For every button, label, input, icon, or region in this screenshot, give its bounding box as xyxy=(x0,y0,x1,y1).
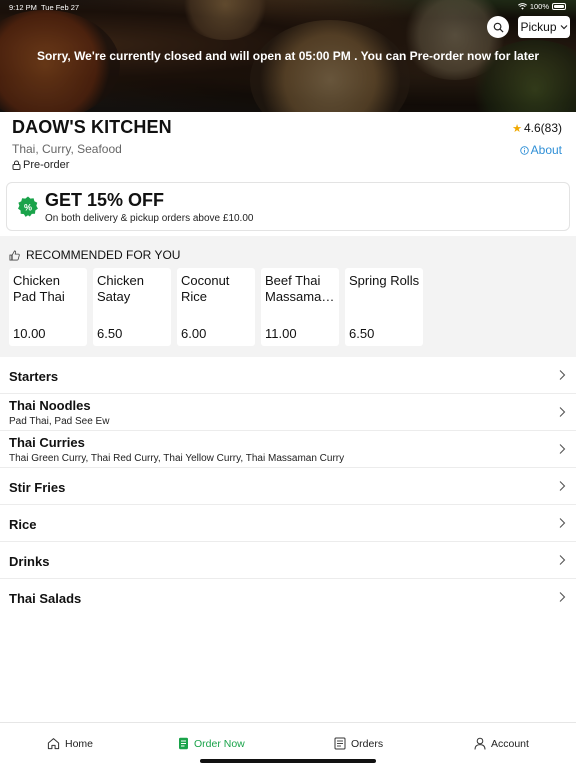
chevron-right-icon xyxy=(559,518,566,528)
category-row[interactable]: Thai Noodles Pad Thai, Pad See Ew xyxy=(0,394,576,431)
info-icon xyxy=(519,145,529,155)
battery-icon xyxy=(552,3,566,10)
closed-message: Sorry, We're currently closed and will o… xyxy=(36,49,540,63)
search-button[interactable] xyxy=(487,16,509,38)
hero-banner: 9:12 PM Tue Feb 27 100% Pickup Sorry, We… xyxy=(0,0,576,112)
rating-value: 4.6(83) xyxy=(523,121,562,135)
category-subtitle: Thai Green Curry, Thai Red Curry, Thai Y… xyxy=(9,453,345,464)
chevron-right-icon xyxy=(559,370,566,380)
category-row[interactable]: Drinks xyxy=(0,542,576,579)
chevron-right-icon xyxy=(559,444,566,454)
recommended-cards: Chicken Pad Thai 10.00 Chicken Satay 6.5… xyxy=(9,268,423,346)
rating: ★ 4.6(83) xyxy=(512,121,562,135)
thumbs-up-icon xyxy=(9,250,20,260)
discount-badge-icon: % xyxy=(18,196,38,217)
category-name: Stir Fries xyxy=(9,480,66,495)
restaurant-cuisines: Thai, Curry, Seafood xyxy=(12,142,122,156)
item-name: Coconut Rice xyxy=(181,273,230,304)
recommended-section: RECOMMENDED FOR YOU Chicken Pad Thai 10.… xyxy=(0,236,576,357)
wifi-icon xyxy=(517,3,527,10)
recommended-heading: RECOMMENDED FOR YOU xyxy=(9,248,180,262)
menu-book-icon xyxy=(179,737,188,750)
item-price: 6.50 xyxy=(349,326,375,341)
item-price: 11.00 xyxy=(265,326,297,341)
preorder-label: Pre-order xyxy=(12,159,69,171)
category-list: Starters Thai Noodles Pad Thai, Pad See … xyxy=(0,357,576,616)
chevron-right-icon xyxy=(559,592,566,602)
preorder-text: Pre-order xyxy=(23,159,70,171)
nav-orders[interactable]: Orders xyxy=(334,737,383,750)
about-label: About xyxy=(530,143,562,157)
about-link[interactable]: About xyxy=(519,143,562,157)
category-row[interactable]: Thai Curries Thai Green Curry, Thai Red … xyxy=(0,431,576,468)
category-name: Rice xyxy=(9,517,37,532)
restaurant-name: DAOW'S KITCHEN xyxy=(12,117,172,137)
nav-orders-label: Orders xyxy=(351,737,384,750)
status-bar: 9:12 PM Tue Feb 27 100% xyxy=(0,0,576,14)
category-row[interactable]: Rice xyxy=(0,505,576,542)
category-subtitle: Pad Thai, Pad See Ew xyxy=(9,416,110,427)
svg-text:%: % xyxy=(24,203,32,213)
chevron-down-icon xyxy=(560,25,567,30)
nav-order-now-label: Order Now xyxy=(194,737,245,750)
item-name: Chicken Pad Thai xyxy=(13,273,65,304)
category-name: Thai Curries xyxy=(9,435,85,450)
category-name: Thai Salads xyxy=(9,591,82,606)
item-price: 10.00 xyxy=(13,326,46,341)
category-name: Drinks xyxy=(9,554,50,569)
recommended-item[interactable]: Beef Thai Massaman Curry 11.00 xyxy=(261,268,339,346)
category-name: Thai Noodles xyxy=(9,398,91,413)
receipt-icon xyxy=(334,737,346,750)
nav-order-now[interactable]: Order Now xyxy=(178,737,245,750)
star-icon: ★ xyxy=(512,122,522,135)
recommended-item[interactable]: Coconut Rice 6.00 xyxy=(177,268,255,346)
category-row[interactable]: Thai Salads xyxy=(0,579,576,616)
status-time: 9:12 PM xyxy=(9,3,37,12)
promo-title: GET 15% OFF xyxy=(45,190,165,210)
status-right: 100% xyxy=(517,2,566,11)
category-name: Starters xyxy=(9,369,59,384)
status-date: Tue Feb 27 xyxy=(41,3,80,12)
recommended-title: RECOMMENDED FOR YOU xyxy=(26,248,181,262)
recommended-item[interactable]: Spring Rolls 6.50 xyxy=(345,268,423,346)
item-name: Beef Thai Massaman Curry xyxy=(265,273,329,304)
promo-banner[interactable]: % GET 15% OFF On both delivery & pickup … xyxy=(6,182,570,231)
home-indicator[interactable] xyxy=(200,759,376,763)
user-icon xyxy=(474,737,486,750)
battery-percent: 100% xyxy=(529,2,549,11)
category-row[interactable]: Starters xyxy=(0,357,576,394)
nav-home-label: Home xyxy=(65,737,94,750)
recommended-item[interactable]: Chicken Satay 6.50 xyxy=(93,268,171,346)
order-mode-label: Pickup xyxy=(520,20,557,34)
recommended-item[interactable]: Chicken Pad Thai 10.00 xyxy=(9,268,87,346)
chevron-right-icon xyxy=(559,481,566,491)
item-price: 6.50 xyxy=(97,326,123,341)
home-icon xyxy=(47,738,60,750)
search-icon xyxy=(493,22,504,33)
item-price: 6.00 xyxy=(181,326,207,341)
lock-icon xyxy=(12,160,21,170)
category-row[interactable]: Stir Fries xyxy=(0,468,576,505)
chevron-right-icon xyxy=(559,555,566,565)
nav-account-label: Account xyxy=(491,737,529,750)
chevron-right-icon xyxy=(559,407,566,417)
order-mode-select[interactable]: Pickup xyxy=(518,16,570,38)
promo-subtitle: On both delivery & pickup orders above £… xyxy=(45,213,254,224)
item-name: Spring Rolls xyxy=(349,273,420,288)
item-name: Chicken Satay xyxy=(97,273,144,304)
nav-account[interactable]: Account xyxy=(474,737,529,750)
nav-home[interactable]: Home xyxy=(47,737,93,750)
